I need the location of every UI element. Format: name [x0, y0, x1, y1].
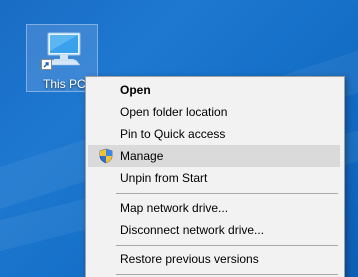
menu-item-label: Unpin from Start [120, 171, 208, 185]
menu-item-label: Open [120, 83, 151, 97]
menu-item-label: Restore previous versions [120, 252, 259, 266]
menu-separator [116, 245, 338, 246]
menu-item-open[interactable]: Open [88, 79, 340, 101]
menu-item-open-folder-location[interactable]: Open folder location [88, 101, 340, 123]
menu-item-label: Disconnect network drive... [120, 223, 265, 237]
menu-item-pin-to-quick-access[interactable]: Pin to Quick access [88, 123, 340, 145]
menu-separator [116, 193, 338, 194]
menu-item-label: Open folder location [120, 105, 228, 119]
context-menu: Open Open folder location Pin to Quick a… [85, 76, 345, 277]
menu-item-restore-previous-versions[interactable]: Restore previous versions [88, 248, 340, 270]
menu-item-disconnect-network-drive[interactable]: Disconnect network drive... [88, 219, 340, 241]
uac-shield-icon [99, 148, 113, 164]
desktop: This PC Open Open folder location Pin to… [0, 0, 358, 277]
menu-item-label: Map network drive... [120, 201, 229, 215]
menu-item-label: Pin to Quick access [120, 127, 226, 141]
menu-item-manage[interactable]: Manage [88, 145, 340, 167]
shortcut-arrow-icon [41, 59, 52, 70]
menu-item-label: Manage [120, 149, 164, 163]
menu-separator [116, 274, 338, 275]
menu-item-map-network-drive[interactable]: Map network drive... [88, 197, 340, 219]
menu-item-unpin-from-start[interactable]: Unpin from Start [88, 167, 340, 189]
